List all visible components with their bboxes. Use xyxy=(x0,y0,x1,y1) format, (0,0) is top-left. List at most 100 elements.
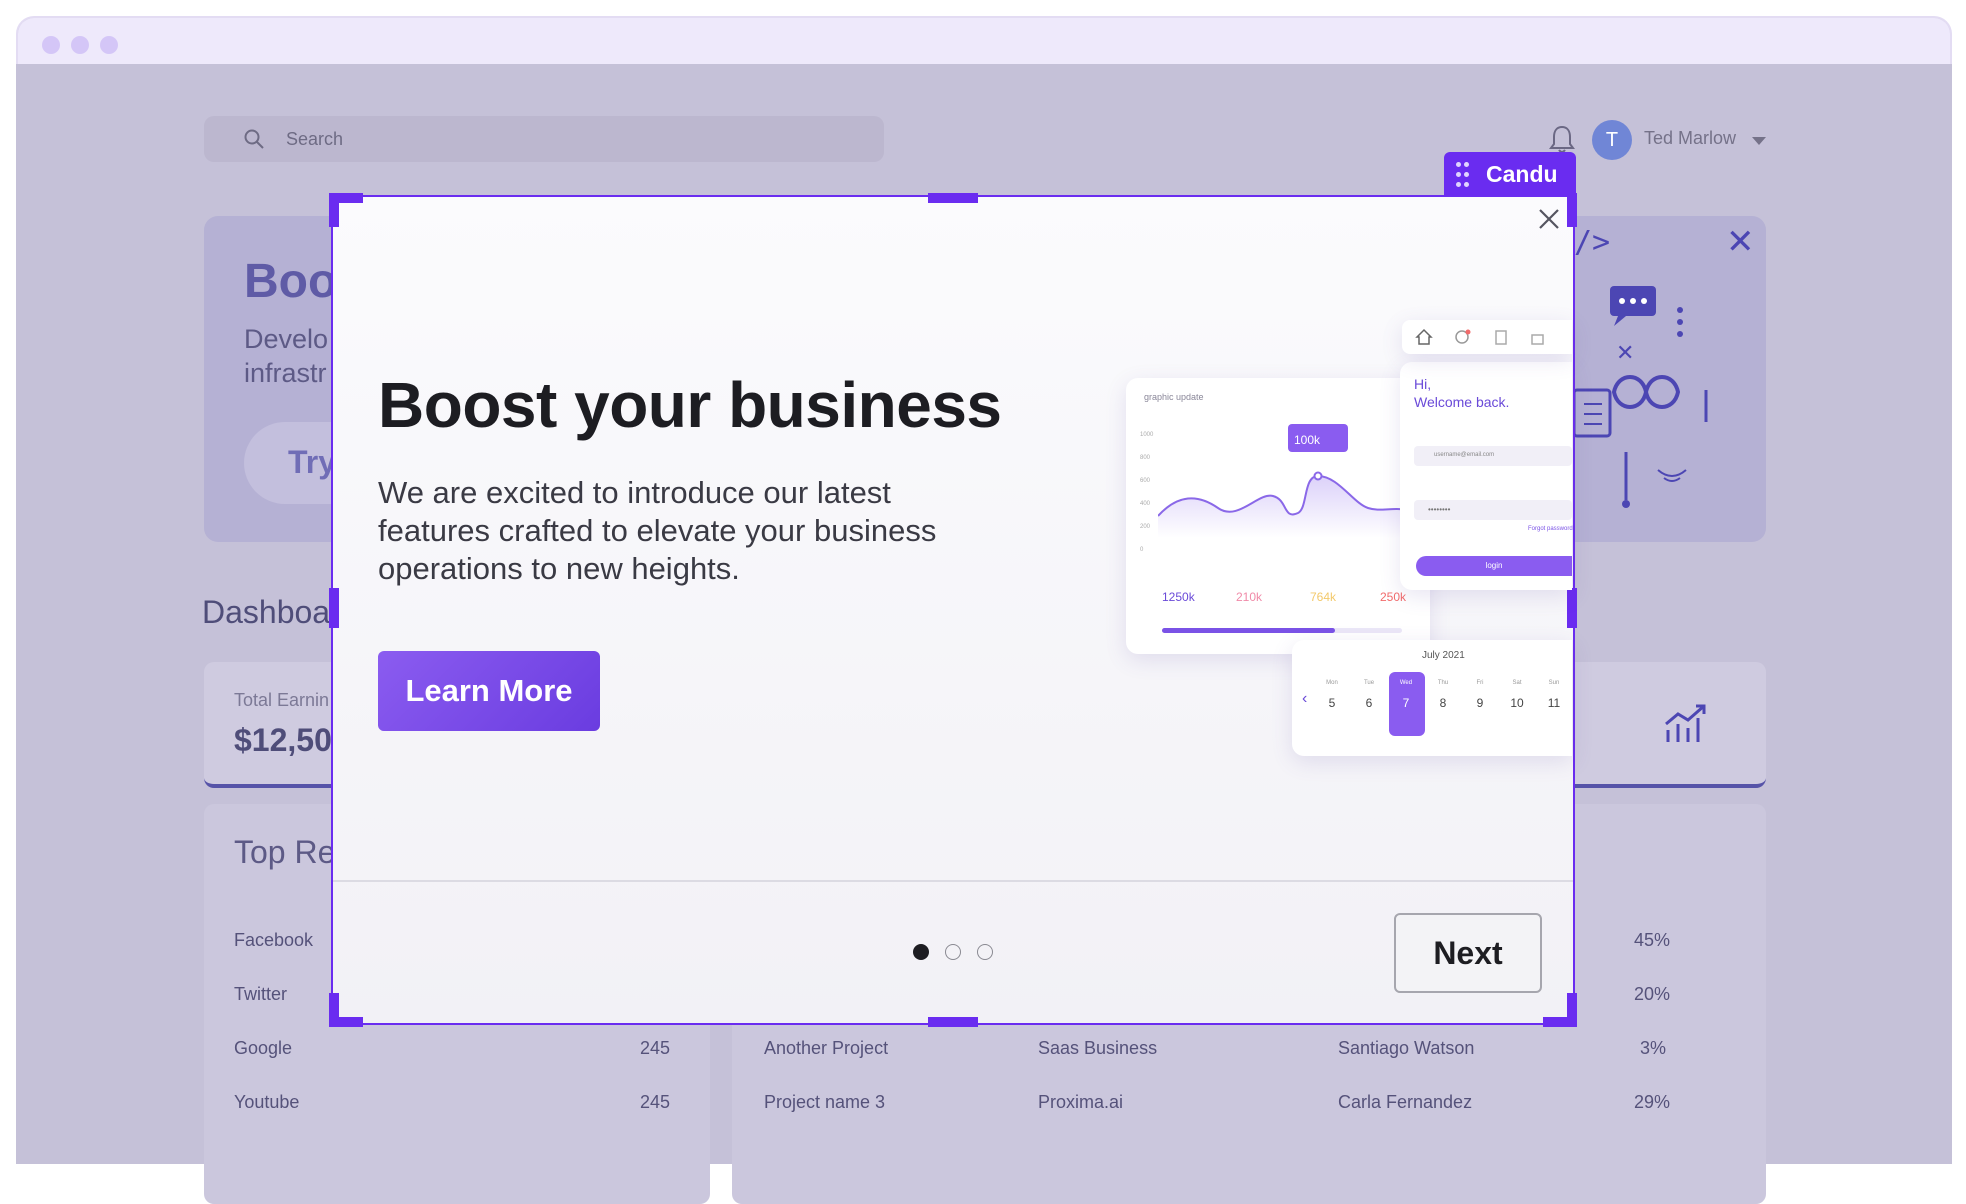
svg-text:/>: /> xyxy=(1574,225,1610,260)
learn-more-button[interactable]: Learn More xyxy=(378,651,600,731)
hero-subtitle-line: infrastr xyxy=(244,358,327,388)
search-input[interactable]: Search xyxy=(286,129,343,150)
login-password-field: •••••••• xyxy=(1414,500,1572,520)
calendar-prev-icon: ‹ xyxy=(1302,690,1308,707)
y-tick: 0 xyxy=(1140,547,1144,553)
hero-try-label: Try xyxy=(288,444,337,480)
user-name[interactable]: Ted Marlow xyxy=(1644,128,1736,149)
table-cell-company: Saas Business xyxy=(1038,1038,1158,1058)
table-cell-name: Youtube xyxy=(234,1092,300,1112)
calendar-day: Sat 10 xyxy=(1499,680,1535,710)
stat-value: 210k xyxy=(1236,590,1263,604)
resize-handle[interactable] xyxy=(329,588,339,628)
window-maximize-dot[interactable] xyxy=(100,36,118,54)
illustration-nav-icons xyxy=(1415,328,1544,345)
calendar-day: Fri 9 xyxy=(1462,680,1498,710)
calendar-day: Tue 6 xyxy=(1351,680,1387,710)
calendar-month: July 2021 xyxy=(1422,650,1465,661)
resize-handle[interactable] xyxy=(1567,588,1577,628)
chart-icon xyxy=(1665,704,1706,742)
modal-close-icon[interactable] xyxy=(1536,206,1562,232)
table-cell-pct: 29% xyxy=(1634,1092,1671,1112)
table-cell-company: Proxima.ai xyxy=(1038,1092,1124,1112)
resize-handle[interactable] xyxy=(329,1017,363,1027)
y-tick: 400 xyxy=(1140,501,1151,507)
stat-value: 1250k xyxy=(1162,590,1195,604)
calendar-date: 8 xyxy=(1439,696,1447,710)
login-greeting: Welcome back. xyxy=(1414,394,1510,410)
y-tick: 200 xyxy=(1140,524,1151,530)
panel-title: Top Re xyxy=(234,834,336,870)
calendar-day-name: Thu xyxy=(1437,680,1449,686)
pager-dot-active[interactable] xyxy=(913,944,929,960)
calendar-date: 6 xyxy=(1365,696,1373,710)
resize-handle[interactable] xyxy=(928,1017,978,1027)
bell-icon[interactable] xyxy=(1548,124,1576,154)
login-user-value: username@email.com xyxy=(1434,452,1495,458)
calendar-date: 9 xyxy=(1476,696,1484,710)
modal-title: Boost your business xyxy=(378,369,1002,441)
resize-handle[interactable] xyxy=(1567,193,1577,227)
calendar-day-name: Sat xyxy=(1512,680,1522,686)
y-tick: 800 xyxy=(1140,455,1151,461)
calendar-days-row: Mon 5 Tue 6 Wed 7 Thu 8 Fri 9 Sat 10 Sun 11 xyxy=(1314,680,1572,740)
illustration-line-chart xyxy=(1158,471,1420,538)
login-button-label: login xyxy=(1485,561,1503,570)
calendar-date: 10 xyxy=(1510,696,1524,710)
table-cell-pct: 20% xyxy=(1634,984,1671,1004)
stat-value: 250k xyxy=(1380,590,1407,604)
avatar[interactable]: T xyxy=(1592,120,1632,160)
illustration-login-card: Hi, Welcome back. username@email.com •••… xyxy=(1400,362,1573,590)
chart-tooltip: 100k xyxy=(1288,424,1348,452)
login-button: login xyxy=(1416,556,1572,576)
login-user-field: username@email.com xyxy=(1414,446,1572,466)
pager-dot[interactable] xyxy=(977,944,993,960)
hero-title: Boo xyxy=(244,255,338,308)
chart-card-title: graphic update xyxy=(1144,392,1204,402)
chevron-down-icon[interactable] xyxy=(1752,137,1766,145)
card-label: Total Earnin xyxy=(234,690,330,710)
table-cell-value: 245 xyxy=(640,1092,671,1112)
calendar-day-name: Fri xyxy=(1476,680,1484,686)
table-cell-name: Google xyxy=(234,1038,293,1058)
pager-dot[interactable] xyxy=(945,944,961,960)
table-cell-pct: 3% xyxy=(1640,1038,1667,1058)
illustration-progress-track xyxy=(1162,628,1402,633)
candu-editor-tag[interactable]: Candu xyxy=(1444,152,1576,197)
illustration-progress-fill xyxy=(1162,628,1335,633)
calendar-date: 7 xyxy=(1402,696,1410,710)
table-cell-person: Carla Fernandez xyxy=(1338,1092,1473,1112)
illustration-calendar-card: July 2021 ‹ Mon 5 Tue 6 Wed 7 Thu 8 Fri 9 Sat 10 Sun… xyxy=(1292,640,1572,756)
calendar-day-name: Sun xyxy=(1548,680,1560,686)
table-cell-name: Facebook xyxy=(234,930,314,950)
table-cell-pct: 45% xyxy=(1634,930,1671,950)
y-tick: 1000 xyxy=(1140,432,1154,438)
resize-handle[interactable] xyxy=(928,193,978,203)
hero-subtitle: Develo infrastr xyxy=(244,322,328,390)
login-forgot-link: Forgot password xyxy=(1528,526,1573,532)
table-cell-project: Project name 3 xyxy=(764,1092,886,1112)
search-bar[interactable]: Search xyxy=(204,116,884,162)
calendar-day-name: Mon xyxy=(1326,680,1338,686)
illustration-nav-strip xyxy=(1402,320,1572,354)
chart-tooltip-value: 100k xyxy=(1294,433,1321,447)
calendar-day: Sun 11 xyxy=(1536,680,1572,710)
calendar-day: Thu 8 xyxy=(1425,680,1461,710)
y-tick: 600 xyxy=(1140,478,1151,484)
stat-value: 764k xyxy=(1310,590,1337,604)
table-cell-value: 245 xyxy=(640,1038,671,1058)
resize-handle[interactable] xyxy=(329,193,339,227)
window-minimize-dot[interactable] xyxy=(71,36,89,54)
drag-handle-icon[interactable] xyxy=(1456,162,1472,188)
illustration-chart-card: graphic update 1000 800 600 400 200 0 10… xyxy=(1126,378,1430,654)
calendar-day: Wed 7 xyxy=(1388,680,1424,710)
hero-subtitle-line: Develo xyxy=(244,324,329,354)
card-value: $12,50 xyxy=(234,722,332,758)
table-cell-name: Twitter xyxy=(234,984,288,1004)
search-icon xyxy=(244,129,264,149)
dashboard-title: Dashboar xyxy=(202,594,341,630)
next-button[interactable]: Next xyxy=(1394,913,1542,993)
window-close-dot[interactable] xyxy=(42,36,60,54)
calendar-day-name: Tue xyxy=(1363,680,1375,686)
resize-handle[interactable] xyxy=(1567,993,1577,1027)
